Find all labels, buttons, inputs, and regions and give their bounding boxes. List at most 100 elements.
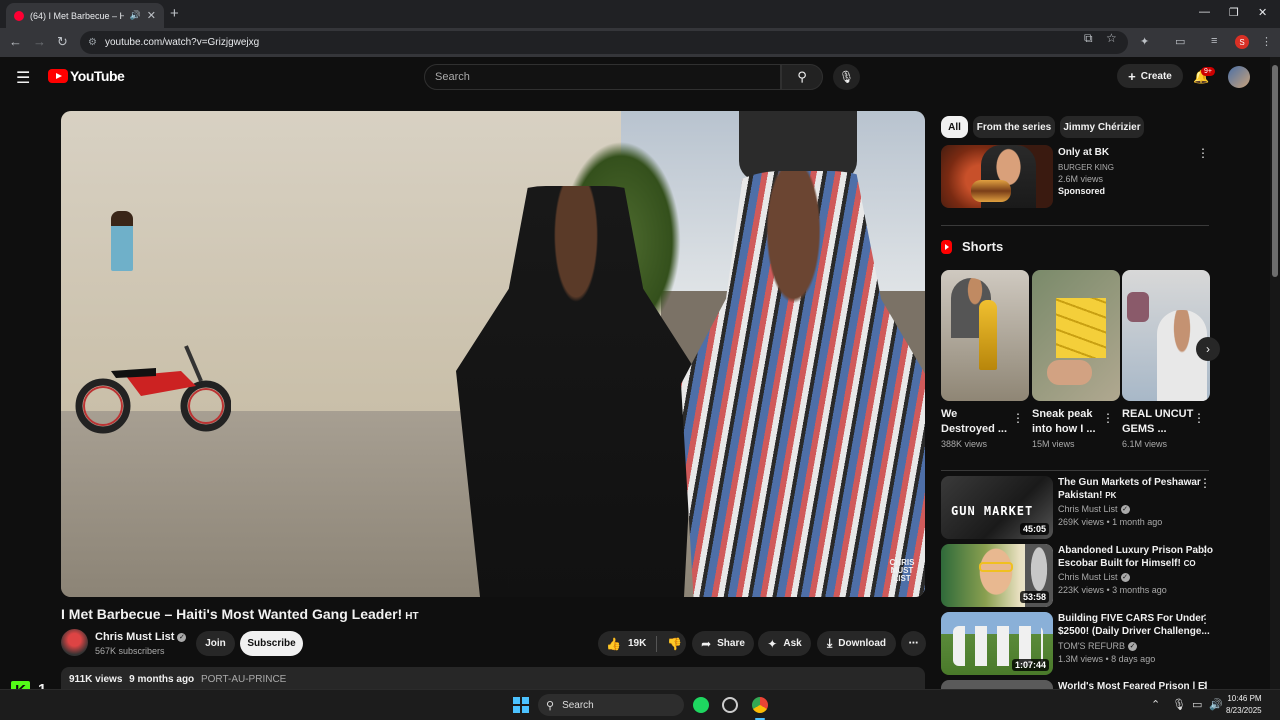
browser-profile-avatar[interactable]: S <box>1235 35 1249 49</box>
verified-check-icon: ✓ <box>177 632 187 642</box>
forward-arrow-icon[interactable]: → <box>33 34 46 49</box>
short-thumbnail-2[interactable] <box>1032 270 1120 401</box>
short-1-title[interactable]: We Destroyed ... <box>941 407 1007 437</box>
download-label: Download <box>838 638 887 649</box>
scrollbar-thumb[interactable] <box>1272 65 1278 277</box>
more-horizontal-icon: ⋯ <box>908 638 919 649</box>
video-title: I Met Barbecue – Haiti's Most Wanted Gan… <box>61 606 419 622</box>
ask-button[interactable]: ✦ Ask <box>758 631 811 656</box>
tray-volume-icon[interactable]: 🔊 <box>1209 698 1223 711</box>
chip-from-the-series[interactable]: From the series <box>973 116 1055 138</box>
create-button[interactable]: + Create <box>1117 64 1183 88</box>
back-arrow-icon[interactable]: ← <box>9 34 22 49</box>
windows-start-icon[interactable] <box>513 697 529 713</box>
related-4-title[interactable]: World's Most Feared Prison | El <box>1058 680 1207 689</box>
ad-menu-icon[interactable]: ⋮ <box>1197 146 1209 160</box>
chrome-menu-icon[interactable]: ⋮ <box>1261 35 1272 48</box>
related-1-menu-icon[interactable]: ⋮ <box>1199 476 1211 490</box>
steam-icon[interactable] <box>722 697 738 713</box>
related-thumbnail-1[interactable]: GUN MARKET 45:05 <box>941 476 1053 539</box>
short-thumbnail-1[interactable] <box>941 270 1029 401</box>
extensions-icon[interactable]: ✦ <box>1140 35 1149 48</box>
clock-date: 8/23/2025 <box>1226 706 1262 715</box>
taskbar-clock[interactable]: 10:46 PM 8/23/2025 <box>1226 693 1262 717</box>
tray-display-icon[interactable]: ▭ <box>1192 698 1202 711</box>
related-3-duration: 1:07:44 <box>1011 659 1049 671</box>
chip-all[interactable]: All <box>941 116 968 138</box>
short-3-title[interactable]: REAL UNCUT GEMS ... <box>1122 407 1193 437</box>
join-button[interactable]: Join <box>196 631 235 656</box>
video-player[interactable]: CHRIS MUST LIST <box>61 111 925 597</box>
related-thumbnail-3[interactable]: 1:07:44 <box>941 612 1053 675</box>
install-app-icon[interactable]: ⧉ <box>1084 31 1093 46</box>
close-window-icon[interactable]: ✕ <box>1258 6 1267 19</box>
related-4-menu-icon[interactable]: ⋮ <box>1199 680 1211 689</box>
video-scene-child <box>111 211 133 271</box>
short-3-gem-bag <box>1127 292 1149 322</box>
search-input[interactable]: Search <box>424 64 781 90</box>
shorts-next-button[interactable]: › <box>1196 337 1220 361</box>
youtube-play-icon <box>48 69 68 83</box>
chip-jimmy-cherizier[interactable]: Jimmy Chérizier <box>1060 116 1144 138</box>
close-tab-icon[interactable]: ✕ <box>147 9 156 22</box>
search-icon: ⚲ <box>797 69 807 84</box>
related-thumbnail-2[interactable]: 53:58 <box>941 544 1053 607</box>
related-2-title-line1: Abandoned Luxury Prison Pablo <box>1058 545 1214 556</box>
tray-microphone-icon[interactable]: 🎙 <box>1172 698 1186 711</box>
page-scrollbar[interactable] <box>1270 57 1280 689</box>
reload-icon[interactable]: ↻ <box>57 34 68 50</box>
short-thumbnail-3[interactable] <box>1122 270 1210 401</box>
ad-title[interactable]: Only at BK <box>1058 146 1109 159</box>
like-button[interactable]: 👍 19K <box>606 637 646 651</box>
related-2-title[interactable]: Abandoned Luxury Prison Pablo Escobar Bu… <box>1058 544 1213 570</box>
related-thumbnail-4[interactable] <box>941 680 1053 689</box>
view-count: 911K views <box>69 674 123 685</box>
new-tab-button[interactable]: + <box>170 5 179 22</box>
share-button[interactable]: ➦ Share <box>692 631 754 656</box>
channel-name[interactable]: Chris Must List ✓ <box>95 631 187 643</box>
site-info-icon[interactable]: ⚙ <box>88 37 97 48</box>
short-3-menu-icon[interactable]: ⋮ <box>1193 411 1205 425</box>
related-3-channel[interactable]: TOM'S REFURB ✓ <box>1058 640 1138 653</box>
speaker-icon[interactable]: 🔊 <box>130 10 141 21</box>
short-1-title-line2: Destroyed ... <box>941 423 1008 435</box>
bookmark-star-icon[interactable]: ☆ <box>1106 31 1117 45</box>
description-box[interactable]: 911K views 9 months ago PORT-AU-PRINCE <box>61 667 925 689</box>
download-button[interactable]: ⤓ Download <box>817 631 896 656</box>
related-3-menu-icon[interactable]: ⋮ <box>1199 612 1211 626</box>
short-2-views: 15M views <box>1032 439 1075 449</box>
subscribe-button[interactable]: Subscribe <box>240 631 303 656</box>
chrome-taskbar-icon[interactable] <box>752 697 768 713</box>
related-2-channel[interactable]: Chris Must List ✓ <box>1058 571 1130 584</box>
short-2-title[interactable]: Sneak peak into how I ... <box>1032 407 1096 437</box>
related-1-channel[interactable]: Chris Must List ✓ <box>1058 503 1130 516</box>
restore-window-icon[interactable]: ❐ <box>1229 6 1239 19</box>
menu-hamburger-icon[interactable]: ☰ <box>16 68 30 88</box>
ad-thumbnail[interactable] <box>941 145 1053 208</box>
location-tag[interactable]: PORT-AU-PRINCE <box>201 674 286 685</box>
section-divider <box>941 470 1209 471</box>
voice-search-button[interactable]: 🎙 <box>833 64 860 90</box>
taskbar-search-box[interactable]: ⚲ Search <box>538 694 684 716</box>
related-2-menu-icon[interactable]: ⋮ <box>1199 544 1211 558</box>
side-panel-icon[interactable]: ▭ <box>1175 35 1185 48</box>
related-1-title[interactable]: The Gun Markets of Peshawar Pakistan! PK <box>1058 476 1201 502</box>
address-bar[interactable]: ⚙ youtube.com/watch?v=Grizjgwejxg <box>80 31 1128 54</box>
related-3-title[interactable]: Building FIVE CARS For Under $2500! (Dai… <box>1058 612 1210 638</box>
short-1-menu-icon[interactable]: ⋮ <box>1012 411 1024 425</box>
youtube-logo[interactable]: YouTube <box>48 68 125 84</box>
short-2-menu-icon[interactable]: ⋮ <box>1102 411 1114 425</box>
short-3-title-line2: GEMS ... <box>1122 423 1167 435</box>
more-actions-button[interactable]: ⋯ <box>901 631 926 656</box>
search-button[interactable]: ⚲ <box>781 64 823 90</box>
browser-tab-active[interactable]: (64) I Met Barbecue – Haiti 🔊 ✕ <box>6 3 164 28</box>
minimize-window-icon[interactable]: — <box>1199 6 1210 18</box>
related-2-face <box>971 548 1021 607</box>
spotify-icon[interactable] <box>693 697 709 713</box>
tray-overflow-chevron-icon[interactable]: ⌃ <box>1151 698 1160 711</box>
account-avatar[interactable] <box>1228 66 1250 88</box>
media-controls-icon[interactable]: ≡ <box>1211 35 1217 47</box>
upload-age: 9 months ago <box>129 674 195 685</box>
dislike-button[interactable]: 👎 <box>667 637 682 651</box>
channel-avatar[interactable] <box>61 629 88 656</box>
